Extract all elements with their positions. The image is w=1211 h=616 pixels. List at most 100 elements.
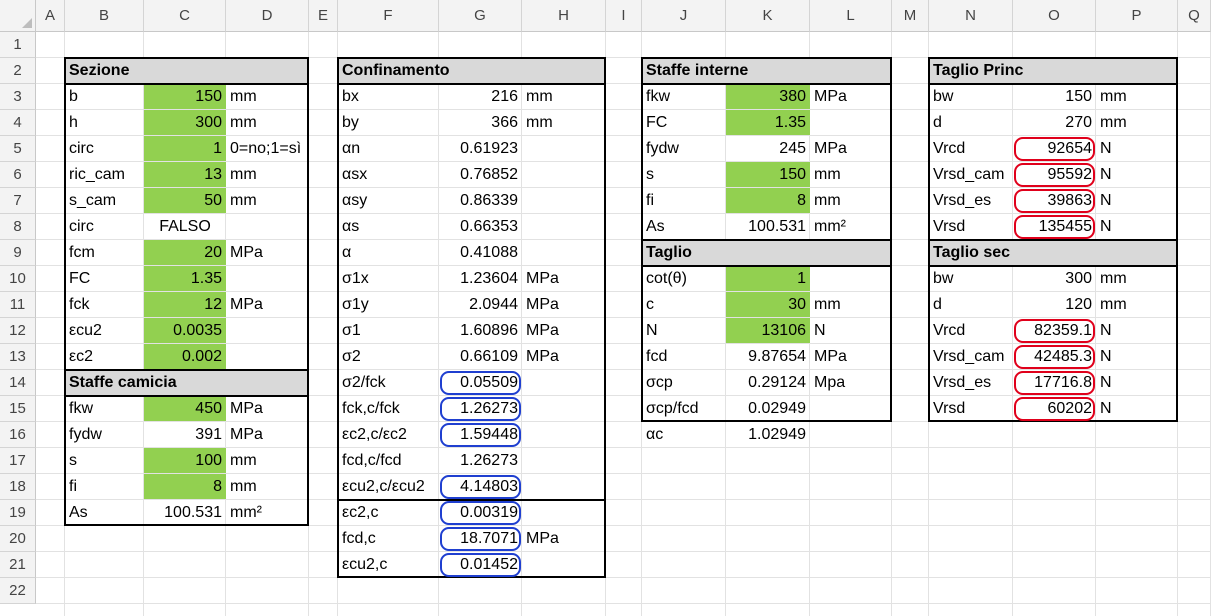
row-header-1[interactable]: 1 — [0, 32, 36, 58]
confinamento-label-cell[interactable]: fck,c/fck — [338, 396, 439, 421]
taglio-sec-unit-cell[interactable]: N — [1096, 344, 1178, 369]
confinamento-value-cell[interactable]: 1.59448 — [439, 422, 522, 447]
sezione-value-cell[interactable]: 0.0035 — [144, 318, 226, 343]
taglio-princ-unit-cell[interactable]: N — [1096, 136, 1178, 161]
column-header-a[interactable]: A — [36, 0, 65, 32]
taglio-unit-cell[interactable]: Mpa — [810, 370, 892, 395]
row-header-13[interactable]: 13 — [0, 344, 36, 370]
taglio-sec-label-cell[interactable]: bw — [929, 266, 1013, 291]
staffe-camicia-unit-cell[interactable]: mm — [226, 474, 309, 499]
staffe-interne-label-cell[interactable]: fkw — [642, 84, 726, 109]
taglio-sec-unit-cell[interactable]: mm — [1096, 266, 1178, 291]
confinamento-unit-cell[interactable]: mm — [522, 110, 606, 135]
confinamento-unit-cell[interactable]: MPa — [522, 526, 606, 551]
staffe-interne-label-cell[interactable]: FC — [642, 110, 726, 135]
staffe-interne-unit-cell[interactable]: mm — [810, 188, 892, 213]
sezione-value-cell[interactable]: 13 — [144, 162, 226, 187]
confinamento-label-cell[interactable]: σ2/fck — [338, 370, 439, 395]
confinamento-value-cell[interactable]: 1.60896 — [439, 318, 522, 343]
confinamento-label-cell[interactable]: αs — [338, 214, 439, 239]
row-header-10[interactable]: 10 — [0, 266, 36, 292]
staffe-camicia-value-cell[interactable]: 100 — [144, 448, 226, 473]
taglio-sec-label-cell[interactable]: Vrsd_cam — [929, 344, 1013, 369]
row-header-14[interactable]: 14 — [0, 370, 36, 396]
taglio-sec-label-cell[interactable]: d — [929, 292, 1013, 317]
taglio-value-cell[interactable]: 9.87654 — [726, 344, 810, 369]
taglio-princ-label-cell[interactable]: Vrsd_es — [929, 188, 1013, 213]
confinamento-value-cell[interactable]: 0.05509 — [439, 370, 522, 395]
sezione-label-cell[interactable]: εc2 — [65, 344, 144, 369]
column-header-h[interactable]: H — [522, 0, 606, 32]
row-header-6[interactable]: 6 — [0, 162, 36, 188]
confinamento-value-cell[interactable]: 0.61923 — [439, 136, 522, 161]
column-header-m[interactable]: M — [892, 0, 929, 32]
sezione-value-cell[interactable]: 20 — [144, 240, 226, 265]
confinamento-label-cell[interactable]: fcd,c/fcd — [338, 448, 439, 473]
taglio-sec-value-cell[interactable]: 17716.8 — [1013, 370, 1096, 395]
staffe-camicia-value-cell[interactable]: 100.531 — [144, 500, 226, 525]
confinamento-value-cell[interactable]: 0.66353 — [439, 214, 522, 239]
confinamento-value-cell[interactable]: 216 — [439, 84, 522, 109]
confinamento-label-cell[interactable]: αsy — [338, 188, 439, 213]
taglio-princ-value-cell[interactable]: 92654 — [1013, 136, 1096, 161]
taglio-value-cell[interactable]: 1.02949 — [726, 422, 810, 447]
taglio-sec-label-cell[interactable]: Vrsd_es — [929, 370, 1013, 395]
taglio-sec-unit-cell[interactable]: N — [1096, 396, 1178, 421]
confinamento-value-cell[interactable]: 1.26273 — [439, 448, 522, 473]
confinamento-label-cell[interactable]: αn — [338, 136, 439, 161]
sezione-label-cell[interactable]: εcu2 — [65, 318, 144, 343]
staffe-interne-label-cell[interactable]: fydw — [642, 136, 726, 161]
staffe-camicia-unit-cell[interactable]: MPa — [226, 422, 309, 447]
row-header-9[interactable]: 9 — [0, 240, 36, 266]
taglio-sec-unit-cell[interactable]: N — [1096, 370, 1178, 395]
sezione-value-cell[interactable]: 1 — [144, 136, 226, 161]
taglio-princ-label-cell[interactable]: Vrsd — [929, 214, 1013, 239]
confinamento-unit-cell[interactable]: MPa — [522, 292, 606, 317]
confinamento-label-cell[interactable]: εc2,c/εc2 — [338, 422, 439, 447]
row-header-16[interactable]: 16 — [0, 422, 36, 448]
sezione-label-cell[interactable]: circ — [65, 136, 144, 161]
taglio-princ-unit-cell[interactable]: N — [1096, 214, 1178, 239]
row-header-4[interactable]: 4 — [0, 110, 36, 136]
column-header-n[interactable]: N — [929, 0, 1013, 32]
column-header-g[interactable]: G — [439, 0, 522, 32]
taglio-sec-value-cell[interactable]: 82359.1 — [1013, 318, 1096, 343]
taglio-unit-cell[interactable]: MPa — [810, 344, 892, 369]
column-header-i[interactable]: I — [606, 0, 642, 32]
taglio-title[interactable]: Taglio — [642, 240, 892, 265]
confinamento-value-cell[interactable]: 0.41088 — [439, 240, 522, 265]
taglio-princ-unit-cell[interactable]: mm — [1096, 84, 1178, 109]
staffe-camicia-label-cell[interactable]: fydw — [65, 422, 144, 447]
column-header-b[interactable]: B — [65, 0, 144, 32]
column-header-p[interactable]: P — [1096, 0, 1178, 32]
taglio-unit-cell[interactable]: mm — [810, 292, 892, 317]
row-header-11[interactable]: 11 — [0, 292, 36, 318]
sezione-label-cell[interactable]: h — [65, 110, 144, 135]
staffe-camicia-label-cell[interactable]: s — [65, 448, 144, 473]
staffe-camicia-label-cell[interactable]: fkw — [65, 396, 144, 421]
confinamento-value-cell[interactable]: 18.7071 — [439, 526, 522, 551]
sezione-label-cell[interactable]: ric_cam — [65, 162, 144, 187]
taglio-sec-unit-cell[interactable]: N — [1096, 318, 1178, 343]
confinamento-unit-cell[interactable]: MPa — [522, 266, 606, 291]
staffe-camicia-value-cell[interactable]: 450 — [144, 396, 226, 421]
taglio-unit-cell[interactable]: N — [810, 318, 892, 343]
sezione-unit-cell[interactable]: mm — [226, 110, 309, 135]
confinamento-title[interactable]: Confinamento — [338, 58, 606, 83]
staffe-interne-unit-cell[interactable]: MPa — [810, 84, 892, 109]
confinamento-value-cell[interactable]: 0.86339 — [439, 188, 522, 213]
row-header-7[interactable]: 7 — [0, 188, 36, 214]
confinamento-label-cell[interactable]: εcu2,c/εcu2 — [338, 474, 439, 499]
taglio-sec-value-cell[interactable]: 60202 — [1013, 396, 1096, 421]
taglio-sec-value-cell[interactable]: 120 — [1013, 292, 1096, 317]
taglio-label-cell[interactable]: cot(θ) — [642, 266, 726, 291]
taglio-value-cell[interactable]: 30 — [726, 292, 810, 317]
taglio-label-cell[interactable]: c — [642, 292, 726, 317]
staffe-interne-value-cell[interactable]: 245 — [726, 136, 810, 161]
taglio-sec-label-cell[interactable]: Vrcd — [929, 318, 1013, 343]
staffe-camicia-title[interactable]: Staffe camicia — [65, 370, 309, 395]
row-header-20[interactable]: 20 — [0, 526, 36, 552]
row-header-17[interactable]: 17 — [0, 448, 36, 474]
sezione-unit-cell[interactable]: MPa — [226, 292, 309, 317]
staffe-interne-value-cell[interactable]: 150 — [726, 162, 810, 187]
